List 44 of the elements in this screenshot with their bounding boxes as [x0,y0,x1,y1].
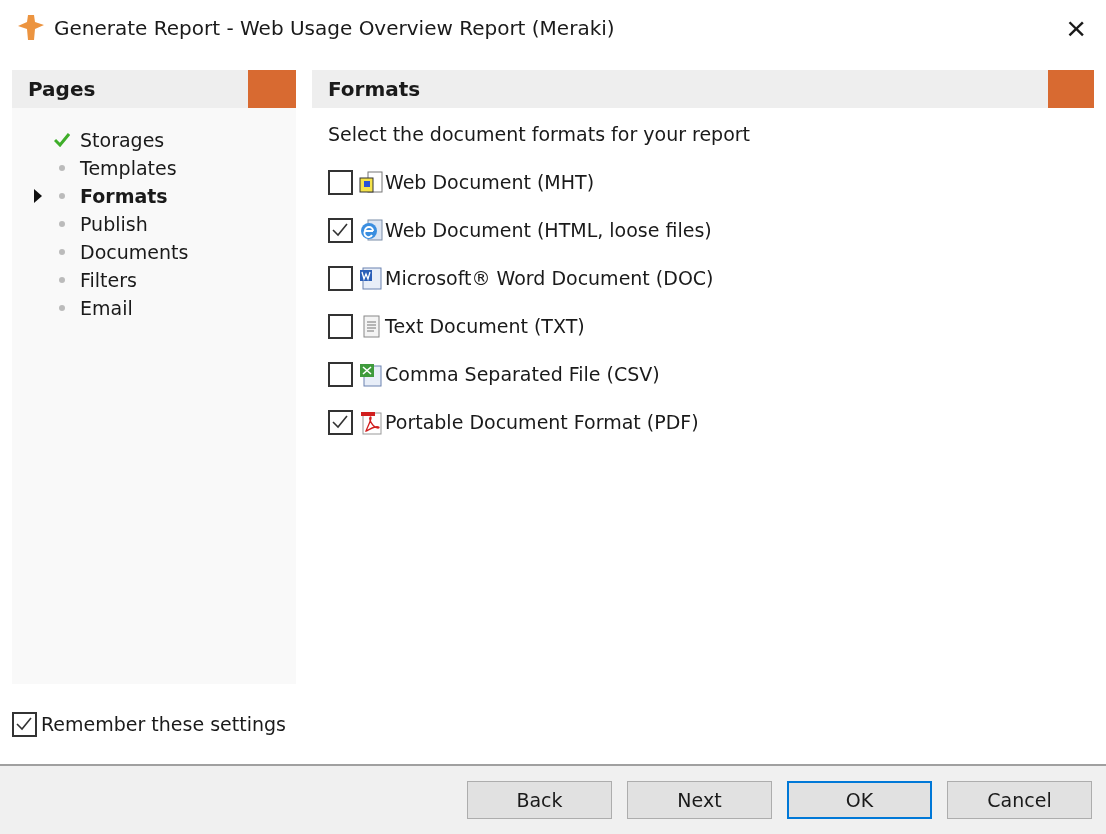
panel-title: Formats [327,76,422,103]
dialog-button[interactable]: Back [467,781,612,819]
checkbox[interactable] [328,410,353,435]
window-title: Generate Report - Web Usage Overview Report (Meraki) [54,15,615,42]
spreadsheet-icon [359,361,383,388]
checkbox[interactable] [328,218,353,243]
page-item[interactable]: Email [80,293,133,323]
close-button[interactable]: × [1060,11,1092,45]
dialog-button[interactable]: OK [787,781,932,819]
format-label: Portable Document Format (PDF) [385,410,699,436]
accent-block [1048,70,1094,108]
check-icon [54,133,70,147]
checkbox[interactable] [328,170,353,195]
format-label: Comma Separated File (CSV) [385,362,660,388]
checkbox[interactable] [328,362,353,387]
word-document-icon [359,265,383,292]
bullet-icon [58,304,66,312]
checkbox[interactable] [328,314,353,339]
pdf-document-icon [359,409,383,436]
page-item[interactable]: Templates [80,153,177,183]
bullet-icon [58,164,66,172]
remember-checkbox[interactable]: Remember these settings [12,709,286,739]
app-logo-icon [16,13,46,43]
format-label: Web Document (HTML, loose files) [385,218,712,244]
checkbox[interactable] [328,266,353,291]
dialog-button[interactable]: Next [627,781,772,819]
accent-block [248,70,296,108]
page-item[interactable]: Formats [80,181,168,211]
globe-document-icon [359,217,383,244]
format-label: Microsoft® Word Document (DOC) [385,266,714,292]
bullet-icon [58,192,66,200]
page-item[interactable]: Publish [80,209,148,239]
format-label: Text Document (TXT) [385,314,585,340]
dialog-button[interactable]: Cancel [947,781,1092,819]
bullet-icon [58,220,66,228]
bullet-icon [58,276,66,284]
page-item[interactable]: Storages [80,125,165,155]
bullet-icon [58,248,66,256]
panel-title: Pages [27,76,97,103]
instruction-text: Select the document formats for your report [327,122,752,147]
page-item[interactable]: Filters [80,265,137,295]
web-archive-icon [359,169,383,196]
page-item[interactable]: Documents [80,237,189,267]
format-label: Web Document (MHT) [385,170,595,196]
